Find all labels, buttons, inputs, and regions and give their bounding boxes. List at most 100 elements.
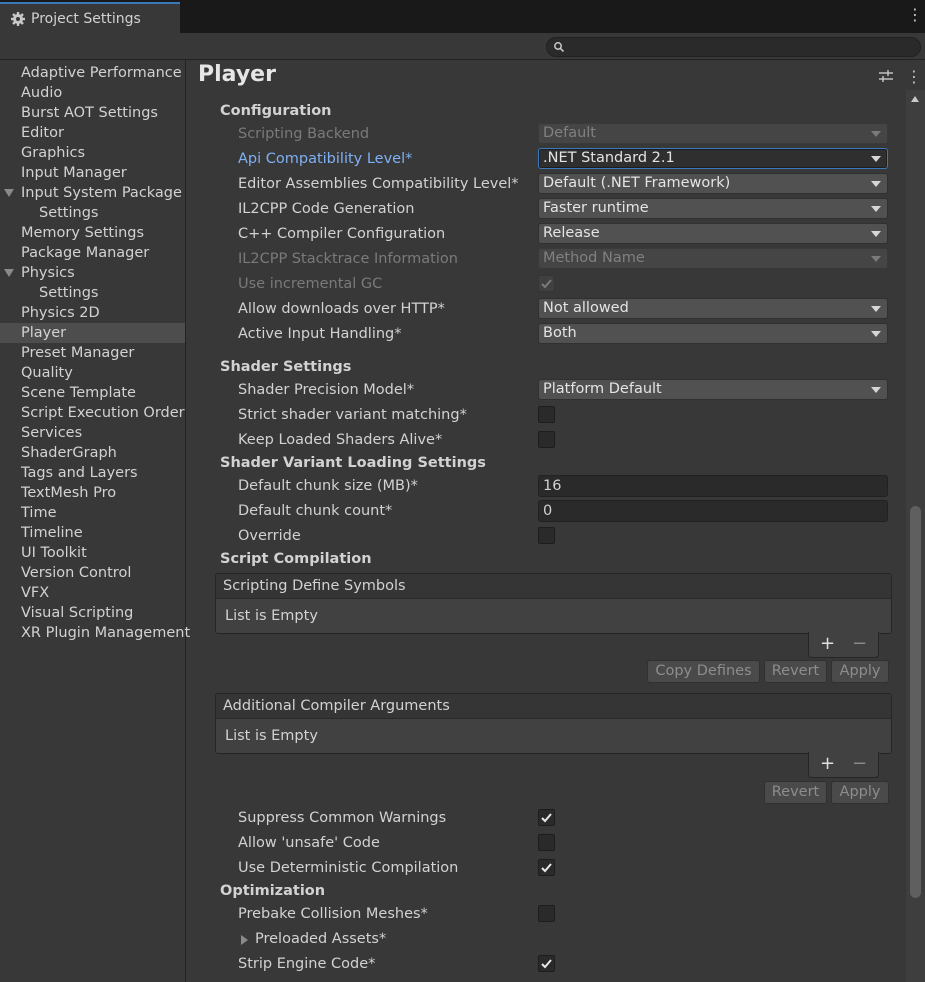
more-options-icon[interactable]: ⋮ — [906, 67, 922, 86]
scripting-define-symbols-list: Scripting Define Symbols List is Empty — [215, 573, 892, 634]
sidebar-item-preset-manager[interactable]: Preset Manager — [0, 343, 185, 363]
scroll-up-arrow-icon[interactable] — [911, 96, 919, 102]
more-options-icon[interactable]: ⋮ — [907, 7, 923, 24]
deterministic-compilation-checkbox[interactable] — [538, 859, 555, 876]
additional-compiler-arguments-list: Additional Compiler Arguments List is Em… — [215, 693, 892, 754]
sidebar-item-label: Physics 2D — [21, 305, 100, 321]
http-downloads-dropdown[interactable]: Not allowed — [538, 298, 888, 319]
foldout-arrow-icon[interactable] — [241, 935, 248, 945]
dropdown-value: Both — [543, 325, 577, 341]
sidebar-item-editor[interactable]: Editor — [0, 123, 185, 143]
sidebar-item-label: Preset Manager — [21, 345, 135, 361]
cpp-compiler-dropdown[interactable]: Release — [538, 223, 888, 244]
remove-icon[interactable]: − — [852, 753, 867, 774]
input-handling-dropdown[interactable]: Both — [538, 323, 888, 344]
sidebar-item-label: Settings — [39, 205, 99, 221]
override-label: Override — [238, 528, 301, 544]
list-footer: + − — [808, 632, 879, 658]
add-icon[interactable]: + — [820, 753, 835, 774]
prebake-collision-checkbox[interactable] — [538, 905, 555, 922]
sidebar-item-input-system-settings[interactable]: Settings — [0, 203, 185, 223]
sidebar-item-label: Burst AOT Settings — [21, 105, 158, 121]
strip-engine-code-checkbox[interactable] — [538, 955, 555, 972]
sidebar-item-textmesh-pro[interactable]: TextMesh Pro — [0, 483, 185, 503]
scrollbar-thumb[interactable] — [910, 506, 921, 898]
dropdown-value: Not allowed — [543, 300, 629, 316]
sidebar-item-script-execution-order[interactable]: Script Execution Order — [0, 403, 185, 423]
suppress-warnings-checkbox[interactable] — [538, 809, 555, 826]
tab-bar: Project Settings ⋮ — [0, 0, 925, 33]
revert-button[interactable]: Revert — [764, 781, 827, 804]
sidebar-item-timeline[interactable]: Timeline — [0, 523, 185, 543]
strict-shader-matching-checkbox[interactable] — [538, 406, 555, 423]
il2cpp-codegen-dropdown[interactable]: Faster runtime — [538, 198, 888, 219]
sidebar-item-label: Input Manager — [21, 165, 127, 181]
dropdown-value: Platform Default — [543, 381, 662, 397]
sidebar-item-label: Adaptive Performance — [21, 65, 182, 81]
tab-project-settings[interactable]: Project Settings — [0, 2, 180, 33]
checkmark-icon — [541, 279, 552, 289]
sidebar-item-player[interactable]: Player — [0, 323, 185, 343]
sidebar-item-visual-scripting[interactable]: Visual Scripting — [0, 603, 185, 623]
keep-loaded-shaders-checkbox[interactable] — [538, 431, 555, 448]
sidebar-item-adaptive-performance[interactable]: Adaptive Performance — [0, 63, 185, 83]
remove-icon[interactable]: − — [852, 633, 867, 654]
prebake-collision-label: Prebake Collision Meshes* — [238, 906, 428, 922]
sidebar-item-label: Time — [21, 505, 57, 521]
list-empty-text: List is Empty — [225, 608, 318, 624]
suppress-warnings-label: Suppress Common Warnings — [238, 810, 447, 826]
add-icon[interactable]: + — [820, 633, 835, 654]
preloaded-assets-foldout[interactable]: Preloaded Assets* — [255, 931, 386, 947]
expand-triangle-icon[interactable] — [4, 189, 14, 197]
sidebar-item-vfx[interactable]: VFX — [0, 583, 185, 603]
dropdown-value: Faster runtime — [543, 200, 649, 216]
chunk-size-field[interactable]: 16 — [538, 475, 888, 497]
scripting-backend-dropdown: Default — [538, 123, 888, 144]
expand-triangle-icon[interactable] — [4, 269, 14, 277]
list-footer: + − — [808, 752, 879, 778]
chevron-down-icon — [871, 256, 881, 262]
sidebar-item-services[interactable]: Services — [0, 423, 185, 443]
sidebar-item-input-manager[interactable]: Input Manager — [0, 163, 185, 183]
chunk-count-field[interactable]: 0 — [538, 500, 888, 522]
sidebar-item-time[interactable]: Time — [0, 503, 185, 523]
sidebar-item-memory-settings[interactable]: Memory Settings — [0, 223, 185, 243]
apply-button[interactable]: Apply — [831, 781, 889, 804]
sidebar-item-shadergraph[interactable]: ShaderGraph — [0, 443, 185, 463]
sidebar-item-audio[interactable]: Audio — [0, 83, 185, 103]
sidebar-item-input-system-package[interactable]: Input System Package — [0, 183, 185, 203]
sidebar-item-physics[interactable]: Physics — [0, 263, 185, 283]
vertical-scrollbar[interactable] — [906, 90, 925, 982]
sidebar-item-ui-toolkit[interactable]: UI Toolkit — [0, 543, 185, 563]
apply-button[interactable]: Apply — [831, 660, 889, 683]
dropdown-value: Default (.NET Framework) — [543, 175, 731, 191]
sidebar-item-burst-aot[interactable]: Burst AOT Settings — [0, 103, 185, 123]
chevron-down-icon — [871, 306, 881, 312]
api-compatibility-dropdown[interactable]: .NET Standard 2.1 — [538, 148, 888, 169]
shader-precision-dropdown[interactable]: Platform Default — [538, 379, 888, 400]
api-compatibility-label: Api Compatibility Level* — [238, 151, 413, 167]
sidebar-item-version-control[interactable]: Version Control — [0, 563, 185, 583]
sidebar-item-physics-settings[interactable]: Settings — [0, 283, 185, 303]
sidebar-item-scene-template[interactable]: Scene Template — [0, 383, 185, 403]
search-row — [0, 33, 925, 60]
sidebar-item-graphics[interactable]: Graphics — [0, 143, 185, 163]
override-checkbox[interactable] — [538, 527, 555, 544]
sidebar-item-quality[interactable]: Quality — [0, 363, 185, 383]
chevron-down-icon — [871, 131, 881, 137]
revert-button[interactable]: Revert — [764, 660, 827, 683]
copy-defines-button[interactable]: Copy Defines — [647, 660, 760, 683]
sidebar-item-package-manager[interactable]: Package Manager — [0, 243, 185, 263]
allow-unsafe-checkbox[interactable] — [538, 834, 555, 851]
preset-sliders-icon[interactable] — [878, 69, 894, 83]
editor-assemblies-dropdown[interactable]: Default (.NET Framework) — [538, 173, 888, 194]
checkmark-icon — [541, 813, 552, 823]
sidebar-item-physics-2d[interactable]: Physics 2D — [0, 303, 185, 323]
sidebar-item-tags-and-layers[interactable]: Tags and Layers — [0, 463, 185, 483]
search-input[interactable] — [546, 37, 921, 57]
sidebar-item-label: Editor — [21, 125, 64, 141]
sidebar-item-label: Visual Scripting — [21, 605, 134, 621]
incremental-gc-checkbox — [538, 275, 555, 292]
sidebar-item-xr-plugin-management[interactable]: XR Plugin Management — [0, 623, 190, 643]
sidebar-item-label: Package Manager — [21, 245, 150, 261]
